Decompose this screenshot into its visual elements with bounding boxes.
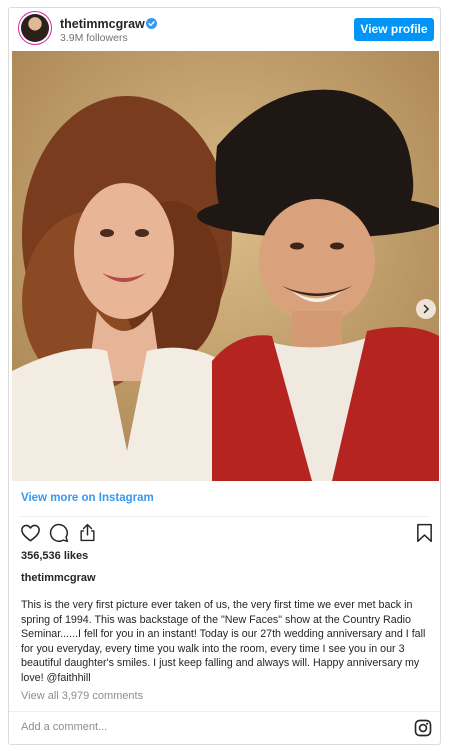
like-count[interactable]: 356,536 likes bbox=[21, 550, 88, 562]
heart-icon[interactable] bbox=[20, 523, 41, 542]
instagram-embed-card: thetimmcgraw 3.9M followers View profile bbox=[8, 7, 441, 745]
username[interactable]: thetimmcgraw bbox=[60, 17, 145, 31]
caption-text: This is the very first picture ever take… bbox=[21, 599, 426, 684]
share-icon[interactable] bbox=[78, 523, 97, 542]
view-more-on-instagram-link[interactable]: View more on Instagram bbox=[21, 492, 154, 504]
caption-username[interactable]: thetimmcgraw bbox=[21, 572, 96, 584]
follower-count: 3.9M followers bbox=[60, 32, 128, 44]
avatar[interactable] bbox=[21, 14, 49, 42]
post-header: thetimmcgraw 3.9M followers View profile bbox=[9, 8, 440, 50]
chevron-right-icon bbox=[423, 304, 430, 314]
divider bbox=[20, 516, 430, 517]
post-photo[interactable] bbox=[12, 51, 439, 481]
view-profile-button[interactable]: View profile bbox=[354, 18, 434, 41]
comment-icon[interactable] bbox=[49, 523, 69, 543]
bookmark-icon[interactable] bbox=[416, 523, 433, 543]
photo-image bbox=[12, 51, 439, 481]
instagram-logo-icon[interactable] bbox=[414, 719, 432, 737]
view-all-comments-link[interactable]: View all 3,979 comments bbox=[21, 690, 143, 702]
divider bbox=[9, 711, 440, 712]
add-comment-input[interactable]: Add a comment... bbox=[21, 721, 107, 733]
verified-badge-icon bbox=[146, 18, 157, 29]
carousel-next-button[interactable] bbox=[416, 299, 436, 319]
